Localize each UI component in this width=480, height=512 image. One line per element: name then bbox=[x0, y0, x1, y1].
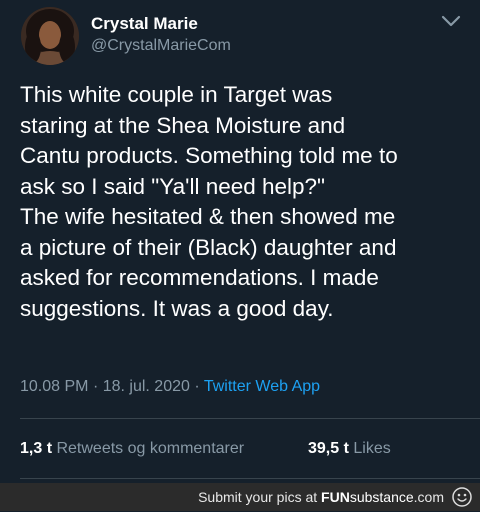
tweet-text: This white couple in Target was staring … bbox=[20, 82, 398, 321]
watermark-caption: Submit your pics at bbox=[198, 489, 318, 505]
retweets-stat[interactable]: 1,3 t Retweets og kommentarer bbox=[20, 440, 244, 457]
tweet-time[interactable]: 10.08 PM bbox=[20, 378, 88, 395]
watermark-footer: Submit your pics at FUNsubstance.com bbox=[0, 483, 480, 511]
tweet-meta: 10.08 PM · 18. jul. 2020 · Twitter Web A… bbox=[20, 378, 320, 396]
avatar[interactable] bbox=[21, 7, 79, 65]
chevron-down-icon[interactable] bbox=[438, 10, 464, 32]
tweet-source[interactable]: Twitter Web App bbox=[204, 378, 320, 395]
retweets-count: 1,3 t bbox=[20, 440, 53, 457]
watermark-brand-substance: substance bbox=[349, 489, 414, 505]
likes-stat[interactable]: 39,5 t Likes bbox=[308, 440, 391, 458]
tweet-date[interactable]: 18. jul. 2020 bbox=[103, 378, 190, 395]
meta-separator: · bbox=[194, 378, 200, 395]
tweet-card: Crystal Marie @CrystalMarieCom This whit… bbox=[0, 0, 480, 483]
funsubstance-logo-icon bbox=[452, 487, 472, 507]
watermark-brand-tld: .com bbox=[413, 489, 444, 505]
author-handle[interactable]: @CrystalMarieCom bbox=[91, 37, 231, 55]
divider bbox=[20, 418, 480, 419]
meta-separator: · bbox=[92, 378, 99, 395]
likes-count: 39,5 t bbox=[308, 440, 349, 457]
tweet-stats: 1,3 t Retweets og kommentarer 39,5 t Lik… bbox=[20, 440, 391, 458]
watermark-brand-fun: FUN bbox=[321, 489, 350, 505]
author-name[interactable]: Crystal Marie bbox=[91, 14, 198, 34]
likes-label: Likes bbox=[353, 440, 391, 457]
watermark-text: Submit your pics at FUNsubstance.com bbox=[198, 489, 444, 505]
divider bbox=[20, 478, 480, 479]
retweets-label: Retweets og kommentarer bbox=[56, 440, 245, 457]
